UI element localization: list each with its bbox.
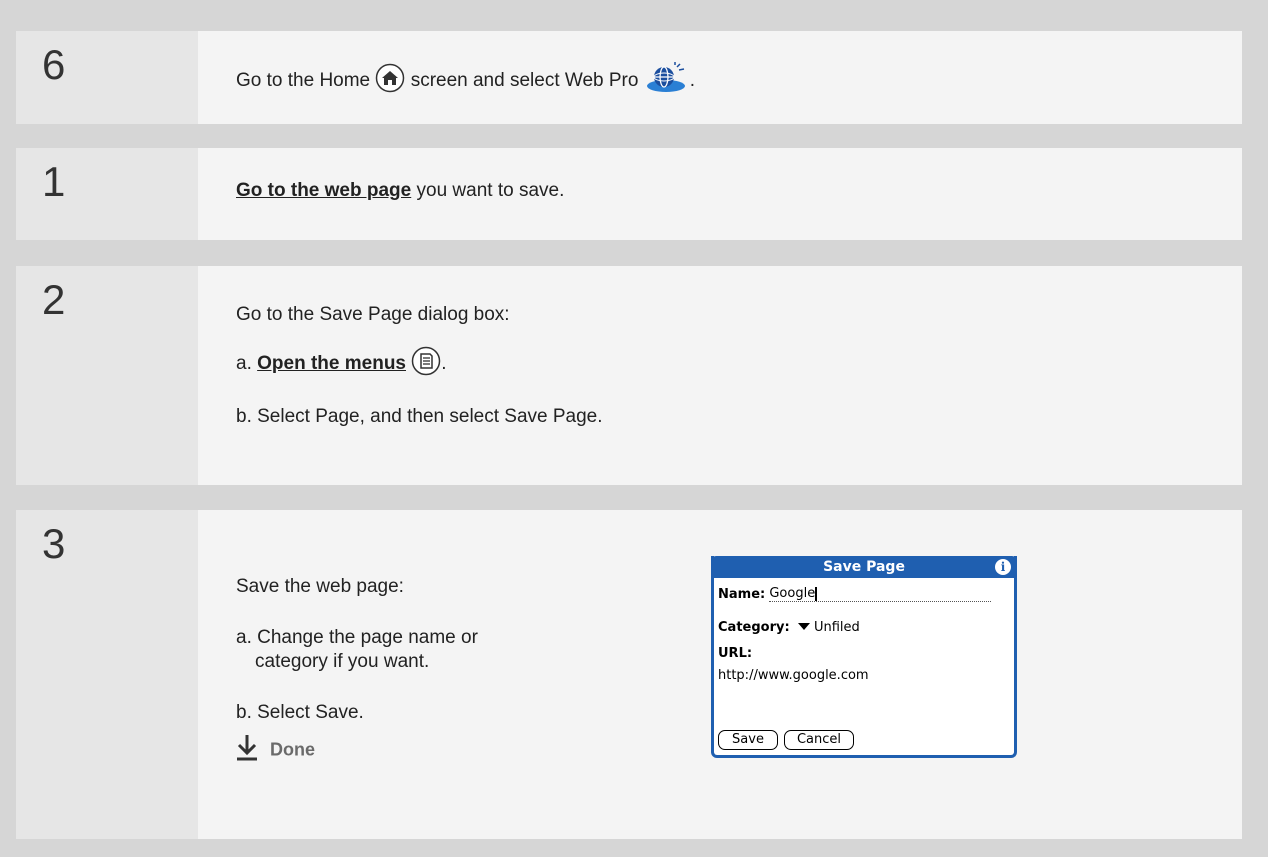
url-label: URL: xyxy=(718,646,753,661)
cancel-button[interactable]: Cancel xyxy=(784,730,854,750)
step-body: Go to the web page you want to save. xyxy=(198,148,1242,240)
step-intro: Save the web page: xyxy=(236,576,404,597)
web-pro-icon xyxy=(644,62,690,100)
menu-icon xyxy=(411,346,441,382)
step-substep-a-line2: category if you want. xyxy=(255,651,430,672)
step-number: 3 xyxy=(16,510,198,839)
step-substep-b: b. Select Page, and then select Save Pag… xyxy=(236,406,603,427)
text-cursor xyxy=(815,586,818,601)
go-to-web-page-link[interactable]: Go to the web page xyxy=(236,180,411,201)
save-page-dialog: Save Page i Name: Google Category: Unfil… xyxy=(711,556,1017,758)
dialog-title: Save Page xyxy=(823,559,905,575)
step-1: 1 Go to the web page you want to save. xyxy=(16,148,1242,240)
step-text: Go to the Home screen and select Web Pro xyxy=(236,62,695,100)
step-6: 6 Go to the Home screen and select Web P… xyxy=(16,31,1242,124)
step-substep-b: b. Select Save. xyxy=(236,702,364,723)
name-row: Name: Google xyxy=(718,586,992,602)
open-menus-link[interactable]: Open the menus xyxy=(257,353,406,374)
step-body: Save the web page: a. Change the page na… xyxy=(198,510,1242,839)
home-icon xyxy=(375,63,405,99)
step-number: 1 xyxy=(16,148,198,240)
dialog-title-bar: Save Page i xyxy=(711,556,1017,578)
done-indicator: Done xyxy=(236,735,315,766)
name-label: Name: xyxy=(718,587,766,602)
step-substep-a: a. Open the menus . xyxy=(236,346,447,382)
info-icon[interactable]: i xyxy=(995,559,1011,575)
step-body: Go to the Home screen and select Web Pro xyxy=(198,31,1242,124)
url-value[interactable]: http://www.google.com xyxy=(718,668,869,683)
chevron-down-icon xyxy=(797,620,810,635)
category-row: Category: Unfiled xyxy=(718,620,860,635)
step-number: 2 xyxy=(16,266,198,485)
name-field[interactable]: Google xyxy=(769,586,992,602)
step-intro: Go to the Save Page dialog box: xyxy=(236,304,510,325)
category-select[interactable]: Unfiled xyxy=(797,620,860,635)
step-body: Go to the Save Page dialog box: a. Open … xyxy=(198,266,1242,485)
step-substep-a-line1: a. Change the page name or xyxy=(236,627,478,648)
save-button[interactable]: Save xyxy=(718,730,778,750)
step-3: 3 Save the web page: a. Change the page … xyxy=(16,510,1242,839)
step-text: Go to the web page you want to save. xyxy=(236,180,565,201)
category-label: Category: xyxy=(718,620,790,635)
step-number: 6 xyxy=(16,31,198,124)
down-arrow-icon xyxy=(236,735,258,766)
step-2: 2 Go to the Save Page dialog box: a. Ope… xyxy=(16,266,1242,485)
